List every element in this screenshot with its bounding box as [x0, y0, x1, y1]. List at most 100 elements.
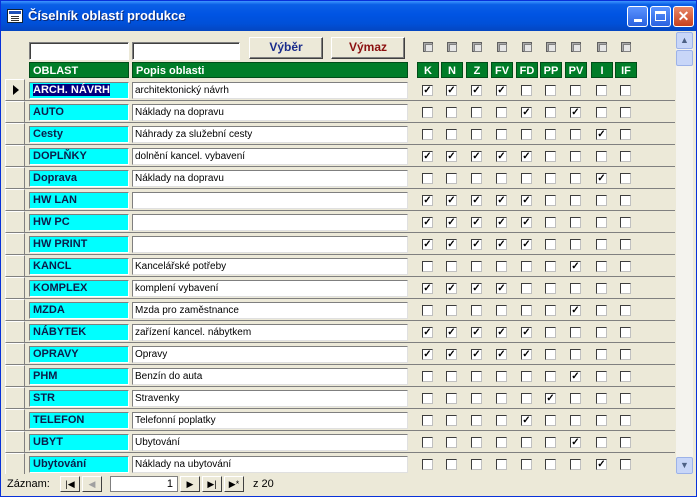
checkbox-fv[interactable]: ✓: [496, 327, 507, 338]
checkbox-pv[interactable]: [570, 459, 581, 470]
checkbox-k[interactable]: [422, 371, 433, 382]
last-record-button[interactable]: ▶|: [202, 476, 222, 492]
oblast-filter-input[interactable]: [29, 42, 129, 60]
checkbox-pv[interactable]: [570, 217, 581, 228]
oblast-field[interactable]: NÁBYTEK: [29, 324, 129, 341]
prev-record-button[interactable]: ◀: [82, 476, 102, 492]
checkbox-z[interactable]: ✓: [471, 217, 482, 228]
checkbox-i[interactable]: [596, 261, 607, 272]
checkbox-i[interactable]: ✓: [596, 459, 607, 470]
checkbox-k[interactable]: [422, 261, 433, 272]
checkbox-pp[interactable]: [545, 217, 556, 228]
table-row[interactable]: MZDA Mzda pro zaměstnance ✓: [5, 299, 675, 321]
checkbox-fd[interactable]: [521, 85, 532, 96]
checkbox-i[interactable]: [596, 85, 607, 96]
vertical-scrollbar[interactable]: ▲ ▼: [676, 32, 693, 474]
checkbox-if[interactable]: [620, 437, 631, 448]
checkbox-fv[interactable]: [496, 459, 507, 470]
record-selector[interactable]: [5, 299, 25, 321]
popis-field[interactable]: Náhrady za služební cesty: [132, 126, 408, 143]
checkbox-i[interactable]: ✓: [596, 129, 607, 140]
oblast-field[interactable]: PHM: [29, 368, 129, 385]
checkbox-pp[interactable]: ✓: [545, 393, 556, 404]
scroll-thumb[interactable]: [676, 50, 693, 66]
checkbox-fd[interactable]: ✓: [521, 349, 532, 360]
checkbox-fd[interactable]: [521, 129, 532, 140]
popis-field[interactable]: Náklady na dopravu: [132, 104, 408, 121]
checkbox-i[interactable]: [596, 283, 607, 294]
checkbox-k[interactable]: [422, 129, 433, 140]
checkbox-n[interactable]: ✓: [446, 85, 457, 96]
checkbox-fd[interactable]: [521, 459, 532, 470]
checkbox-fv[interactable]: ✓: [496, 239, 507, 250]
checkbox-fv[interactable]: ✓: [496, 151, 507, 162]
checkbox-k[interactable]: [422, 173, 433, 184]
checkbox-n[interactable]: ✓: [446, 327, 457, 338]
checkbox-fd[interactable]: [521, 393, 532, 404]
checkbox-if[interactable]: [620, 327, 631, 338]
checkbox-if[interactable]: [620, 261, 631, 272]
record-selector[interactable]: [5, 211, 25, 233]
record-selector[interactable]: [5, 387, 25, 409]
checkbox-i[interactable]: ✓: [596, 173, 607, 184]
checkbox-pv[interactable]: ✓: [570, 305, 581, 316]
checkbox-pp[interactable]: [545, 327, 556, 338]
table-row[interactable]: AUTO Náklady na dopravu ✓ ✓: [5, 101, 675, 123]
checkbox-pv[interactable]: [570, 393, 581, 404]
checkbox-z[interactable]: [471, 393, 482, 404]
checkbox-k[interactable]: ✓: [422, 195, 433, 206]
record-selector[interactable]: [5, 277, 25, 299]
oblast-field[interactable]: UBYT: [29, 434, 129, 451]
checkbox-z[interactable]: [471, 371, 482, 382]
checkbox-fv[interactable]: [496, 261, 507, 272]
checkbox-pp[interactable]: [545, 151, 556, 162]
column-filter-icon[interactable]: [522, 42, 532, 52]
table-row[interactable]: Cesty Náhrady za služební cesty ✓: [5, 123, 675, 145]
checkbox-fv[interactable]: ✓: [496, 217, 507, 228]
checkbox-k[interactable]: ✓: [422, 151, 433, 162]
record-selector[interactable]: [5, 321, 25, 343]
oblast-field[interactable]: AUTO: [29, 104, 129, 121]
oblast-field[interactable]: HW LAN: [29, 192, 129, 209]
record-selector[interactable]: [5, 233, 25, 255]
table-row[interactable]: PHM Benzín do auta ✓: [5, 365, 675, 387]
record-selector[interactable]: [5, 101, 25, 123]
record-selector[interactable]: [5, 189, 25, 211]
checkbox-fv[interactable]: [496, 371, 507, 382]
checkbox-if[interactable]: [620, 239, 631, 250]
vymaz-button[interactable]: Výmaz: [331, 37, 405, 59]
checkbox-pp[interactable]: [545, 283, 556, 294]
checkbox-n[interactable]: [446, 415, 457, 426]
checkbox-i[interactable]: [596, 349, 607, 360]
popis-field[interactable]: [132, 192, 408, 209]
record-selector[interactable]: [5, 145, 25, 167]
checkbox-n[interactable]: [446, 173, 457, 184]
record-number-input[interactable]: 1: [110, 476, 178, 492]
checkbox-k[interactable]: ✓: [422, 85, 433, 96]
table-row[interactable]: KOMPLEX komplení vybavení ✓ ✓ ✓ ✓: [5, 277, 675, 299]
checkbox-i[interactable]: [596, 437, 607, 448]
checkbox-fd[interactable]: [521, 371, 532, 382]
oblast-field[interactable]: Cesty: [29, 126, 129, 143]
checkbox-pv[interactable]: [570, 129, 581, 140]
checkbox-k[interactable]: ✓: [422, 327, 433, 338]
popis-field[interactable]: Náklady na dopravu: [132, 170, 408, 187]
checkbox-z[interactable]: [471, 107, 482, 118]
checkbox-z[interactable]: [471, 129, 482, 140]
checkbox-fv[interactable]: [496, 173, 507, 184]
checkbox-n[interactable]: [446, 129, 457, 140]
checkbox-pp[interactable]: [545, 415, 556, 426]
checkbox-pv[interactable]: [570, 173, 581, 184]
column-filter-icon[interactable]: [571, 42, 581, 52]
checkbox-z[interactable]: [471, 415, 482, 426]
checkbox-n[interactable]: [446, 107, 457, 118]
table-row[interactable]: HW LAN ✓ ✓ ✓ ✓ ✓: [5, 189, 675, 211]
checkbox-pp[interactable]: [545, 173, 556, 184]
checkbox-fv[interactable]: ✓: [496, 349, 507, 360]
checkbox-pp[interactable]: [545, 129, 556, 140]
checkbox-pv[interactable]: [570, 239, 581, 250]
oblast-field[interactable]: HW PRINT: [29, 236, 129, 253]
next-record-button[interactable]: ▶: [180, 476, 200, 492]
scroll-up-icon[interactable]: ▲: [676, 32, 693, 49]
table-row[interactable]: Ubytování Náklady na ubytování ✓: [5, 453, 675, 474]
